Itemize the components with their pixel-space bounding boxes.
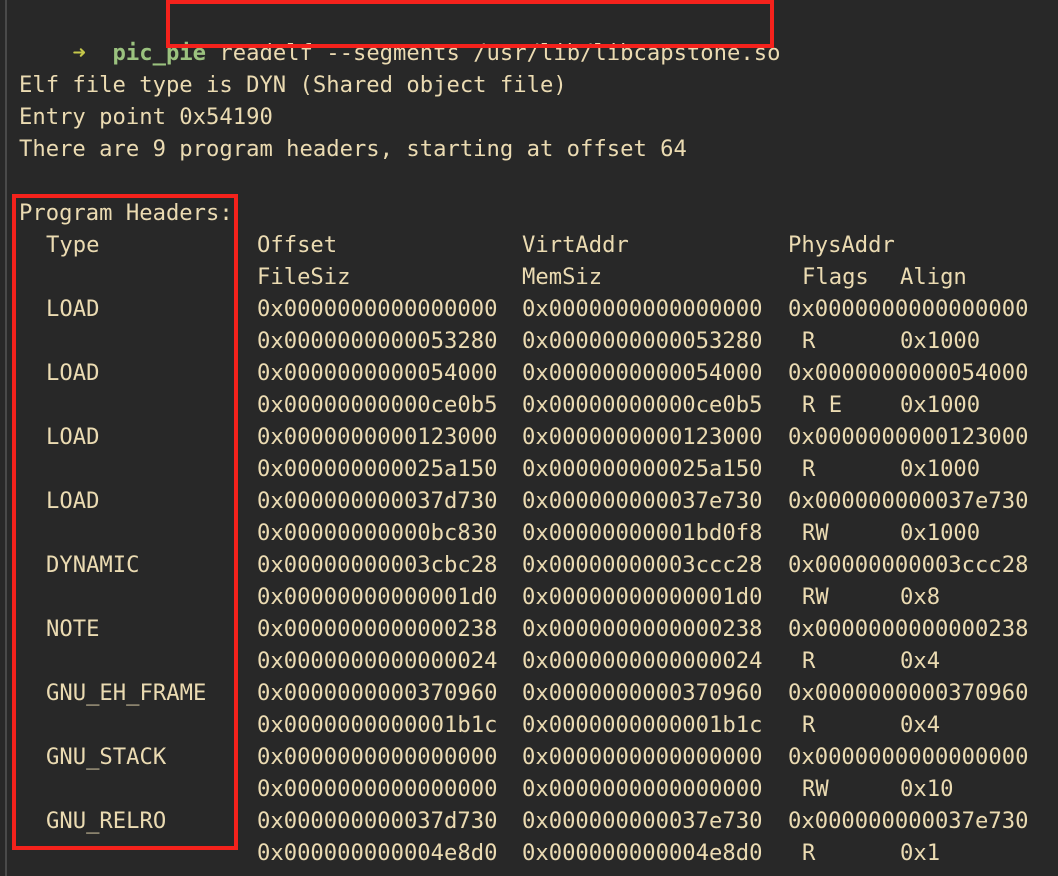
terminal-window[interactable]: ➜ pic_pie readelf --segments /usr/lib/li… xyxy=(0,0,1058,876)
cell-memsiz: 0x000000000025a150 xyxy=(522,456,763,482)
cell-memsiz: 0x0000000000000000 xyxy=(522,776,763,802)
cell-physaddr: 0x0000000000000238 xyxy=(788,616,1029,642)
cell-type: NOTE xyxy=(46,616,100,642)
cell-align: 0x8 xyxy=(900,584,941,610)
cell-offset: 0x0000000000123000 xyxy=(257,424,498,450)
col-header-align: Align xyxy=(900,264,967,290)
cell-flags: R E xyxy=(802,392,843,418)
cell-physaddr: 0x0000000000000000 xyxy=(788,744,1029,770)
cell-memsiz: 0x00000000000001d0 xyxy=(522,584,763,610)
cell-physaddr: 0x0000000000000000 xyxy=(788,296,1029,322)
prompt-arrow-icon: ➜ xyxy=(72,40,86,66)
cell-type: DYNAMIC xyxy=(46,552,140,578)
cell-filesiz: 0x000000000004e8d0 xyxy=(257,840,498,866)
cell-virtaddr: 0x000000000037e730 xyxy=(522,488,763,514)
cell-offset: 0x00000000003cbc28 xyxy=(257,552,498,578)
cell-physaddr: 0x0000000000123000 xyxy=(788,424,1029,450)
cell-virtaddr: 0x0000000000054000 xyxy=(522,360,763,386)
cell-memsiz: 0x0000000000001b1c xyxy=(522,712,763,738)
cell-physaddr: 0x000000000037e730 xyxy=(788,808,1029,834)
col-header-flags: Flags xyxy=(802,264,869,290)
cell-virtaddr: 0x0000000000370960 xyxy=(522,680,763,706)
cell-type: LOAD xyxy=(46,296,100,322)
cell-flags: R xyxy=(802,648,816,674)
cell-flags: RW xyxy=(802,584,829,610)
cell-offset: 0x0000000000000000 xyxy=(257,296,498,322)
cell-filesiz: 0x0000000000000000 xyxy=(257,776,498,802)
cell-filesiz: 0x0000000000053280 xyxy=(257,328,498,354)
col-header-filesiz: FileSiz xyxy=(257,264,351,290)
cell-virtaddr: 0x0000000000000238 xyxy=(522,616,763,642)
prompt-directory: pic_pie xyxy=(112,40,207,66)
cell-align: 0x1000 xyxy=(900,520,981,546)
cell-flags: R xyxy=(802,840,816,866)
cell-type: LOAD xyxy=(46,424,100,450)
prompt-line: ➜ pic_pie readelf --segments /usr/lib/li… xyxy=(19,5,780,66)
cell-memsiz: 0x0000000000053280 xyxy=(522,328,763,354)
cell-align: 0x4 xyxy=(900,712,941,738)
col-header-virtaddr: VirtAddr xyxy=(522,232,629,258)
cell-flags: R xyxy=(802,456,816,482)
cell-filesiz: 0x00000000000001d0 xyxy=(257,584,498,610)
cell-physaddr: 0x000000000037e730 xyxy=(788,488,1029,514)
cell-flags: RW xyxy=(802,520,829,546)
cell-align: 0x1 xyxy=(900,840,941,866)
cell-offset: 0x0000000000054000 xyxy=(257,360,498,386)
cell-flags: RW xyxy=(802,776,829,802)
cell-filesiz: 0x000000000025a150 xyxy=(257,456,498,482)
cell-filesiz: 0x00000000000ce0b5 xyxy=(257,392,498,418)
cell-virtaddr: 0x00000000003ccc28 xyxy=(522,552,763,578)
entry-point-line: Entry point 0x54190 xyxy=(19,104,273,130)
cell-virtaddr: 0x0000000000000000 xyxy=(522,296,763,322)
col-header-memsiz: MemSiz xyxy=(522,264,603,290)
command-text[interactable]: readelf --segments /usr/lib/libcapstone.… xyxy=(219,40,780,66)
cell-memsiz: 0x00000000000ce0b5 xyxy=(522,392,763,418)
cell-memsiz: 0x000000000004e8d0 xyxy=(522,840,763,866)
terminal-gutter xyxy=(5,0,7,876)
cell-filesiz: 0x00000000000bc830 xyxy=(257,520,498,546)
cell-offset: 0x0000000000000238 xyxy=(257,616,498,642)
cell-type: GNU_RELRO xyxy=(46,808,167,834)
headers-count-line: There are 9 program headers, starting at… xyxy=(19,136,687,162)
cell-align: 0x1000 xyxy=(900,456,981,482)
cell-align: 0x10 xyxy=(900,776,954,802)
cell-virtaddr: 0x0000000000123000 xyxy=(522,424,763,450)
cell-type: GNU_EH_FRAME xyxy=(46,680,207,706)
file-type-line: Elf file type is DYN (Shared object file… xyxy=(19,72,567,98)
col-header-physaddr: PhysAddr xyxy=(788,232,895,258)
cell-align: 0x4 xyxy=(900,648,941,674)
cell-virtaddr: 0x0000000000000000 xyxy=(522,744,763,770)
cell-offset: 0x000000000037d730 xyxy=(257,488,498,514)
cell-flags: R xyxy=(802,328,816,354)
cell-type: LOAD xyxy=(46,488,100,514)
cell-virtaddr: 0x000000000037e730 xyxy=(522,808,763,834)
cell-type: GNU_STACK xyxy=(46,744,167,770)
cell-filesiz: 0x0000000000001b1c xyxy=(257,712,498,738)
cell-type: LOAD xyxy=(46,360,100,386)
cell-align: 0x1000 xyxy=(900,392,981,418)
cell-offset: 0x0000000000370960 xyxy=(257,680,498,706)
cell-flags: R xyxy=(802,712,816,738)
cell-memsiz: 0x0000000000000024 xyxy=(522,648,763,674)
cell-align: 0x1000 xyxy=(900,328,981,354)
cell-physaddr: 0x0000000000370960 xyxy=(788,680,1029,706)
program-headers-title: Program Headers: xyxy=(19,200,233,226)
cell-filesiz: 0x0000000000000024 xyxy=(257,648,498,674)
cell-offset: 0x0000000000000000 xyxy=(257,744,498,770)
cell-physaddr: 0x00000000003ccc28 xyxy=(788,552,1029,578)
cell-offset: 0x000000000037d730 xyxy=(257,808,498,834)
col-header-type: Type xyxy=(46,232,100,258)
cell-physaddr: 0x0000000000054000 xyxy=(788,360,1029,386)
cell-memsiz: 0x00000000001bd0f8 xyxy=(522,520,763,546)
col-header-offset: Offset xyxy=(257,232,338,258)
